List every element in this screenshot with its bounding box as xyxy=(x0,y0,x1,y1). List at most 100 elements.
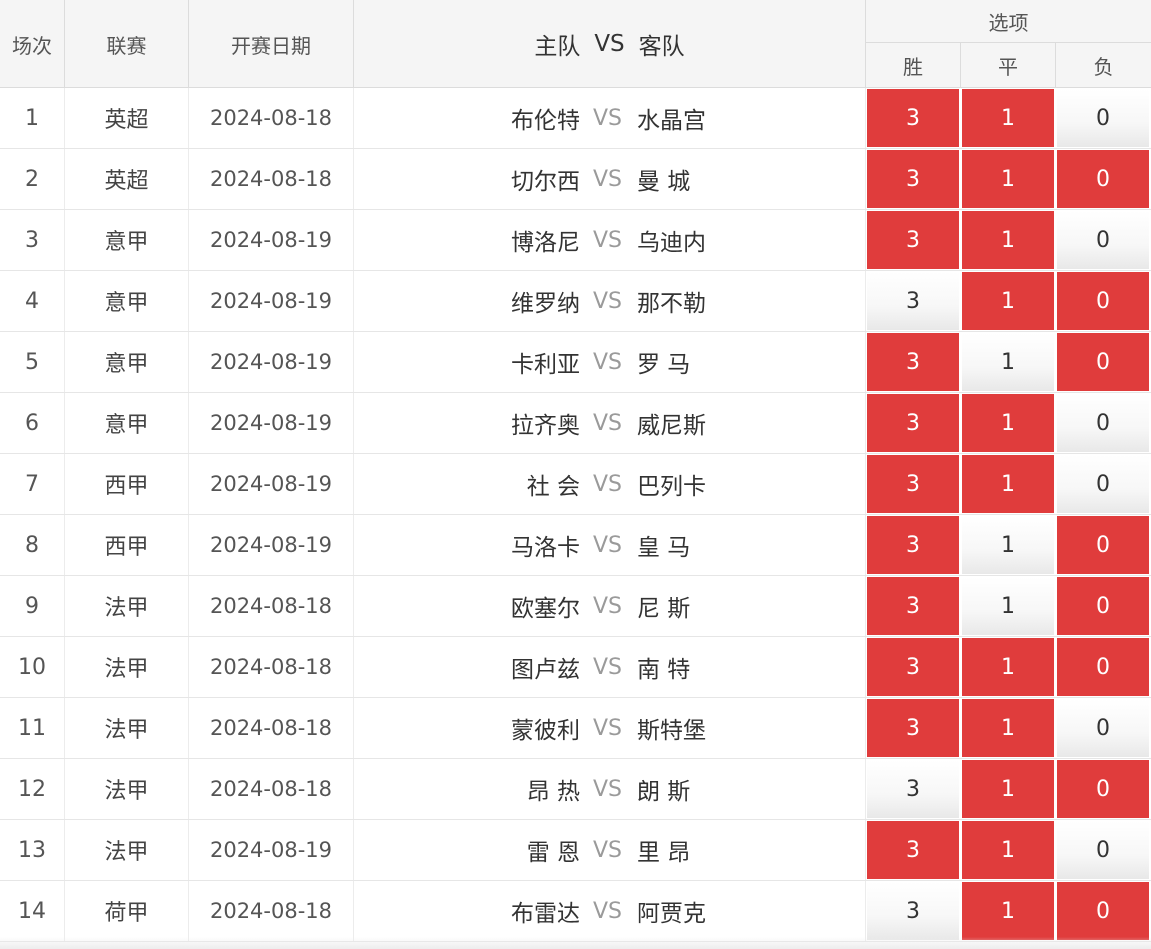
option-win-button[interactable]: 3 xyxy=(867,394,959,452)
table-header: 场次 联赛 开赛日期 主队 VS 客队 选项 胜 平 负 xyxy=(0,0,1151,88)
header-league: 联赛 xyxy=(65,0,189,88)
option-lose-button[interactable]: 0 xyxy=(1057,150,1149,208)
option-draw-button[interactable]: 1 xyxy=(962,272,1054,330)
vs-label: VS xyxy=(593,227,623,253)
cell-league: 法甲 xyxy=(65,759,189,819)
cell-league: 英超 xyxy=(65,149,189,209)
option-lose-button[interactable]: 0 xyxy=(1057,516,1149,574)
away-team: 斯特堡 xyxy=(637,718,706,744)
table-row: 10 法甲 2024-08-18 图卢兹 VS 南 特310 xyxy=(0,637,1151,698)
cell-league: 法甲 xyxy=(65,576,189,636)
cell-no: 12 xyxy=(0,759,65,819)
option-win-button[interactable]: 3 xyxy=(867,89,959,147)
away-team: 罗 马 xyxy=(637,352,691,378)
cell-match: 切尔西 VS 曼 城 xyxy=(354,149,866,209)
away-team: 尼 斯 xyxy=(637,596,691,622)
option-lose-button[interactable]: 0 xyxy=(1057,882,1149,940)
vs-label: VS xyxy=(593,166,623,192)
option-draw-button[interactable]: 1 xyxy=(962,882,1054,940)
table-row: 11 法甲 2024-08-18 蒙彼利 VS 斯特堡 3 1 0 xyxy=(0,698,1151,759)
option-draw-button[interactable]: 1 xyxy=(962,516,1054,574)
option-lose-button[interactable]: 0 xyxy=(1057,394,1149,452)
vs-label: VS xyxy=(593,837,623,863)
option-draw-button[interactable]: 1 xyxy=(962,150,1054,208)
away-team: 巴列卡 xyxy=(637,474,706,500)
cell-league: 法甲 xyxy=(65,637,189,697)
cell-match: 昂 热 VS 朗 斯 xyxy=(354,759,866,819)
option-win-button[interactable]: 3 xyxy=(867,821,959,879)
header-home: 主队 xyxy=(534,34,581,60)
option-draw-button[interactable]: 1 xyxy=(962,577,1054,635)
option-lose-button[interactable]: 0 xyxy=(1057,638,1149,696)
vs-label: VS xyxy=(593,593,623,619)
vs-label: VS xyxy=(593,776,623,802)
cell-match: 雷 恩 VS 里 昂 xyxy=(354,820,866,880)
option-win-button[interactable]: 3 xyxy=(867,638,959,696)
option-draw-button[interactable]: 1 xyxy=(962,699,1054,757)
option-win-button[interactable]: 3 xyxy=(867,455,959,513)
option-win-button[interactable]: 3 xyxy=(867,333,959,391)
option-draw-button[interactable]: 1 xyxy=(962,760,1054,818)
option-lose-button[interactable]: 0 xyxy=(1057,455,1149,513)
option-draw-button[interactable]: 1 xyxy=(962,211,1054,269)
vs-label: VS xyxy=(593,532,623,558)
option-win-button[interactable]: 3 xyxy=(867,516,959,574)
option-draw-button[interactable]: 1 xyxy=(962,394,1054,452)
option-win-button[interactable]: 3 xyxy=(867,272,959,330)
option-draw-button[interactable]: 1 xyxy=(962,333,1054,391)
cell-league: 西甲 xyxy=(65,515,189,575)
option-win-button[interactable]: 3 xyxy=(867,577,959,635)
cell-no: 10 xyxy=(0,637,65,697)
cell-date: 2024-08-19 xyxy=(189,271,354,331)
header-match: 主队 VS 客队 xyxy=(354,0,866,88)
cell-match: 社 会 VS 巴列卡 xyxy=(354,454,866,514)
option-draw-button[interactable]: 1 xyxy=(962,638,1054,696)
header-date: 开赛日期 xyxy=(189,0,354,88)
option-lose-button[interactable]: 0 xyxy=(1057,699,1149,757)
header-vs: VS xyxy=(594,31,625,57)
cell-no: 14 xyxy=(0,881,65,941)
cell-date: 2024-08-18 xyxy=(189,881,354,941)
option-win-button[interactable]: 3 xyxy=(867,699,959,757)
option-draw-button[interactable]: 1 xyxy=(962,455,1054,513)
home-team: 布雷达 xyxy=(511,901,580,927)
option-lose-button[interactable]: 0 xyxy=(1057,760,1149,818)
cell-match: 蒙彼利 VS 斯特堡 xyxy=(354,698,866,758)
cell-date: 2024-08-19 xyxy=(189,332,354,392)
option-win-button[interactable]: 3 xyxy=(867,760,959,818)
option-win-button[interactable]: 3 xyxy=(867,882,959,940)
header-opt-win: 胜 xyxy=(866,43,961,88)
home-team: 欧塞尔 xyxy=(511,596,580,622)
option-lose-button[interactable]: 0 xyxy=(1057,821,1149,879)
home-team: 昂 热 xyxy=(526,779,580,805)
table-row: 3 意甲 2024-08-19 博洛尼 VS 乌迪内 3 1 0 xyxy=(0,210,1151,271)
vs-label: VS xyxy=(593,471,623,497)
option-draw-button[interactable]: 1 xyxy=(962,89,1054,147)
cell-date: 2024-08-18 xyxy=(189,637,354,697)
cell-match: 布伦特 VS 水晶宫 xyxy=(354,88,866,148)
bottom-fade xyxy=(0,937,1151,949)
cell-no: 5 xyxy=(0,332,65,392)
cell-match: 布雷达 VS 阿贾克 xyxy=(354,881,866,941)
header-opt-lose: 负 xyxy=(1093,55,1114,79)
option-win-button[interactable]: 3 xyxy=(867,211,959,269)
home-team: 布伦特 xyxy=(511,108,580,134)
option-lose-button[interactable]: 0 xyxy=(1057,89,1149,147)
away-team: 朗 斯 xyxy=(637,779,691,805)
option-lose-button[interactable]: 0 xyxy=(1057,333,1149,391)
vs-label: VS xyxy=(593,715,623,741)
home-team: 切尔西 xyxy=(511,169,580,195)
option-win-button[interactable]: 3 xyxy=(867,150,959,208)
option-lose-button[interactable]: 0 xyxy=(1057,211,1149,269)
header-options: 选项 xyxy=(866,0,1151,43)
away-team: 里 昂 xyxy=(637,840,691,866)
cell-date: 2024-08-18 xyxy=(189,698,354,758)
option-lose-button[interactable]: 0 xyxy=(1057,577,1149,635)
cell-no: 1 xyxy=(0,88,65,148)
home-team: 马洛卡 xyxy=(511,535,580,561)
vs-label: VS xyxy=(593,410,623,436)
away-team: 南 特 xyxy=(637,657,691,683)
option-draw-button[interactable]: 1 xyxy=(962,821,1054,879)
cell-no: 4 xyxy=(0,271,65,331)
option-lose-button[interactable]: 0 xyxy=(1057,272,1149,330)
